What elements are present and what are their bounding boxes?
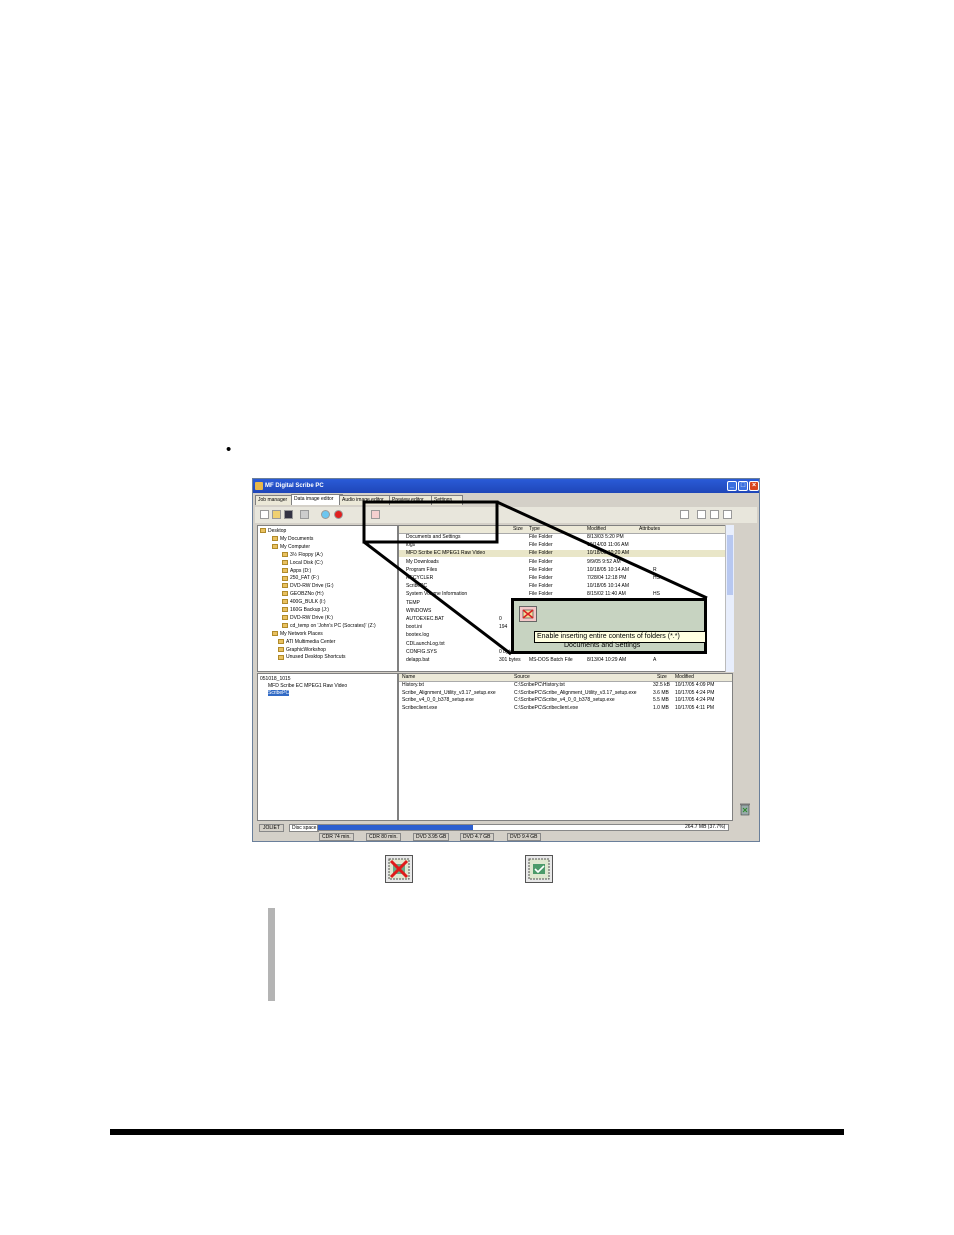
zoom-inset: Enable inserting entire contents of fold… [511, 598, 707, 654]
quote-bar [268, 908, 275, 1001]
disable-folder-contents-icon [385, 855, 413, 883]
zoom-behind-text: Documents and Settings [564, 642, 641, 649]
enable-folder-contents-icon [525, 855, 553, 883]
footer-rule [110, 1129, 844, 1135]
callout-lines [362, 500, 708, 656]
insert-folder-contents-zoom-icon [519, 606, 537, 622]
